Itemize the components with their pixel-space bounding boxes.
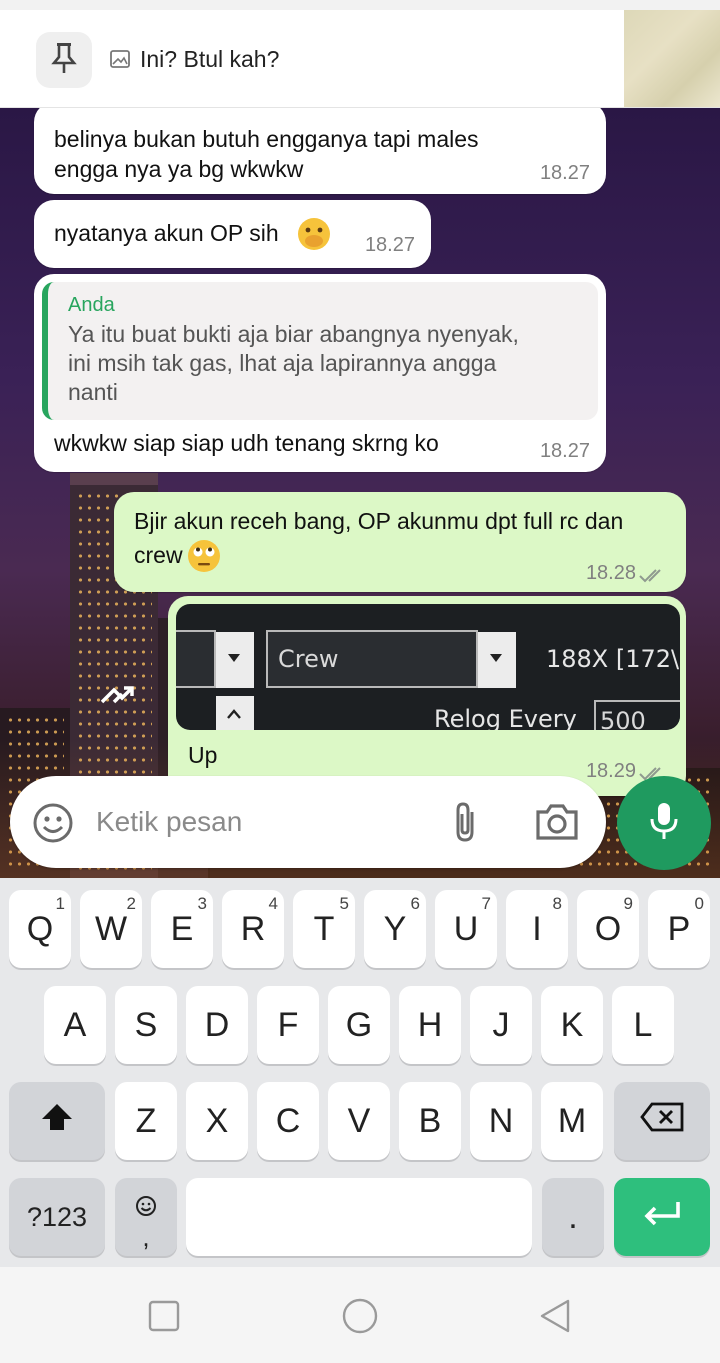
message-text: engga nya ya bg wkwkw: [54, 156, 304, 182]
dropdown-value: Crew: [278, 645, 339, 673]
key-i[interactable]: I8: [506, 890, 568, 968]
key-r[interactable]: R4: [222, 890, 284, 968]
media-label: 188X [172\: [546, 645, 680, 673]
message-text: nyatanya akun OP sih: [54, 220, 279, 246]
chevron-down-icon: [490, 654, 502, 662]
shift-key[interactable]: [9, 1082, 105, 1160]
media-thumbnail[interactable]: Crew 188X [172\ Relog Every 500: [176, 604, 680, 730]
symbols-key[interactable]: ?123: [9, 1178, 105, 1256]
period-key[interactable]: .: [542, 1178, 604, 1256]
space-key[interactable]: [186, 1178, 532, 1256]
emoji-small-icon: [135, 1187, 157, 1226]
quote-author: Anda: [68, 294, 115, 316]
key-c[interactable]: C: [257, 1082, 319, 1160]
eye-roll-emoji-icon: [186, 538, 222, 581]
chevron-down-icon: [228, 654, 240, 662]
key-j[interactable]: J: [470, 986, 532, 1064]
media-caption: Up: [188, 742, 218, 768]
message-time: 18.29: [585, 760, 636, 782]
key-t[interactable]: T5: [293, 890, 355, 968]
back-icon[interactable]: [538, 1298, 572, 1339]
message-time: 18.27: [539, 162, 590, 184]
message-text: belinya bukan butuh engganya tapi males: [54, 126, 479, 152]
key-s[interactable]: S: [115, 986, 177, 1064]
enter-icon: [642, 1198, 682, 1237]
message-bubble-incoming[interactable]: belinya bukan butuh engganya tapi males …: [34, 108, 606, 194]
key-g[interactable]: G: [328, 986, 390, 1064]
quoted-reply[interactable]: Anda Ya itu buat bukti aja biar abangnya…: [42, 282, 598, 420]
key-n[interactable]: N: [470, 1082, 532, 1160]
message-bubble-outgoing[interactable]: Bjir akun receh bang, OP akunmu dpt full…: [114, 492, 686, 592]
camera-icon[interactable]: [534, 802, 580, 842]
message-time: 18.28: [585, 562, 636, 584]
pinned-thumbnail[interactable]: [624, 10, 720, 107]
key-q[interactable]: Q1: [9, 890, 71, 968]
double-check-icon: [638, 562, 668, 592]
key-w[interactable]: W2: [80, 890, 142, 968]
pinned-message-bar[interactable]: Ini? Btul kah?: [0, 0, 720, 108]
key-e[interactable]: E3: [151, 890, 213, 968]
message-input[interactable]: Ketik pesan: [10, 776, 606, 868]
media-label: Relog Every: [434, 705, 577, 730]
key-x[interactable]: X: [186, 1082, 248, 1160]
key-p[interactable]: P0: [648, 890, 710, 968]
recents-icon[interactable]: [148, 1300, 180, 1337]
quote-text: Ya itu buat bukti aja biar abangnya nyen…: [68, 320, 578, 407]
system-nav-bar: [0, 1267, 720, 1363]
dropdown-crew: Crew: [266, 630, 478, 688]
enter-key[interactable]: [614, 1178, 710, 1256]
backspace-icon: [640, 1102, 684, 1141]
mic-icon: [649, 801, 679, 846]
message-text: Bjir akun receh bang, OP akunmu dpt full…: [134, 508, 624, 534]
key-h[interactable]: H: [399, 986, 461, 1064]
key-z[interactable]: Z: [115, 1082, 177, 1160]
key-u[interactable]: U7: [435, 890, 497, 968]
quote-line: Ya itu buat bukti aja biar abangnya nyen…: [68, 321, 519, 347]
pinned-text: Ini? Btul kah?: [140, 46, 280, 72]
chat-area[interactable]: belinya bukan butuh engganya tapi males …: [0, 108, 720, 878]
dropdown-left: [176, 630, 216, 688]
backspace-key[interactable]: [614, 1082, 710, 1160]
pin-button[interactable]: [36, 32, 92, 88]
key-a[interactable]: A: [44, 986, 106, 1064]
chevron-up-icon: [227, 709, 241, 719]
quote-line: nanti: [68, 379, 118, 405]
quote-line: ini msih tak gas, lhat aja lapirannya an…: [68, 350, 497, 376]
forward-icon[interactable]: [96, 668, 144, 716]
home-icon[interactable]: [341, 1297, 379, 1340]
shift-icon: [40, 1102, 74, 1141]
message-bubble-outgoing[interactable]: Crew 188X [172\ Relog Every 500 Up 18.29: [168, 596, 686, 796]
message-text: crew: [134, 542, 183, 568]
emoji-comma-key[interactable]: ,: [115, 1178, 177, 1256]
message-text: wkwkw siap siap udh tenang skrng ko: [54, 430, 439, 456]
attach-icon[interactable]: [446, 800, 486, 844]
pin-icon: [50, 41, 78, 80]
emoji-icon[interactable]: [32, 802, 74, 844]
input-placeholder: Ketik pesan: [96, 806, 243, 837]
key-o[interactable]: O9: [577, 890, 639, 968]
message-bubble-incoming[interactable]: nyatanya akun OP sih 18.27: [34, 200, 431, 268]
relog-value: 500: [600, 707, 646, 730]
message-bubble-incoming[interactable]: Anda Ya itu buat bukti aja biar abangnya…: [34, 274, 606, 472]
mic-button[interactable]: [617, 776, 711, 870]
key-y[interactable]: Y6: [364, 890, 426, 968]
key-b[interactable]: B: [399, 1082, 461, 1160]
key-d[interactable]: D: [186, 986, 248, 1064]
hand-over-mouth-emoji-icon: [296, 216, 332, 259]
relog-input: 500: [594, 700, 680, 730]
key-l[interactable]: L: [612, 986, 674, 1064]
message-time: 18.27: [364, 234, 415, 256]
key-v[interactable]: V: [328, 1082, 390, 1160]
key-k[interactable]: K: [541, 986, 603, 1064]
keyboard[interactable]: Q1 W2 E3 R4 T5 Y6 U7 I8 O9 P0 A S D F G …: [0, 878, 720, 1267]
key-f[interactable]: F: [257, 986, 319, 1064]
key-m[interactable]: M: [541, 1082, 603, 1160]
image-icon: [110, 50, 130, 68]
message-time: 18.27: [539, 440, 590, 462]
